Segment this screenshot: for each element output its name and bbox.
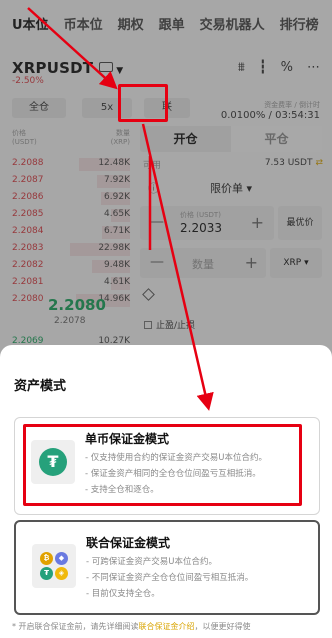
multi-margin-intro-link[interactable]: 联合保证金介绍 — [139, 622, 195, 631]
coin-icon: ◈ — [55, 567, 68, 580]
coin-icon: ◆ — [55, 552, 68, 565]
multi-margin-option[interactable]: ₿ ◆ ₮ ◈ 联合保证金模式 - 可跨保证金资产交易U本位合约。 - 不同保证… — [14, 520, 320, 615]
coin-icon: ₮ — [40, 567, 53, 580]
multi-margin-line: - 不同保证金资产全仓仓位间盈亏相互抵消。 — [86, 573, 254, 583]
sheet-title: 资产模式 — [14, 379, 67, 394]
footnote-text: * 开启联合保证金前，请先详细阅读 — [12, 622, 139, 631]
multi-margin-line: - 可跨保证金资产交易U本位合约。 — [86, 557, 217, 567]
multi-margin-line: - 目前仅支持全仓。 — [86, 589, 160, 599]
footnote-text-end: ，以便更好得使 — [194, 622, 251, 631]
multi-margin-title: 联合保证金模式 — [86, 536, 171, 550]
coin-icon: ₿ — [40, 552, 53, 565]
annotation-box-single-margin — [23, 424, 302, 506]
multi-margin-description: - 可跨保证金资产交易U本位合约。 - 不同保证金资产全仓仓位间盈亏相互抵消。 … — [86, 554, 310, 602]
multi-coin-icon: ₿ ◆ ₮ ◈ — [39, 551, 69, 581]
annotation-box-asset-mode — [118, 84, 168, 122]
multi-margin-icon-tile: ₿ ◆ ₮ ◈ — [32, 544, 76, 588]
sheet-footnote: * 开启联合保证金前，请先详细阅读联合保证金介绍，以便更好得使 — [12, 621, 251, 632]
